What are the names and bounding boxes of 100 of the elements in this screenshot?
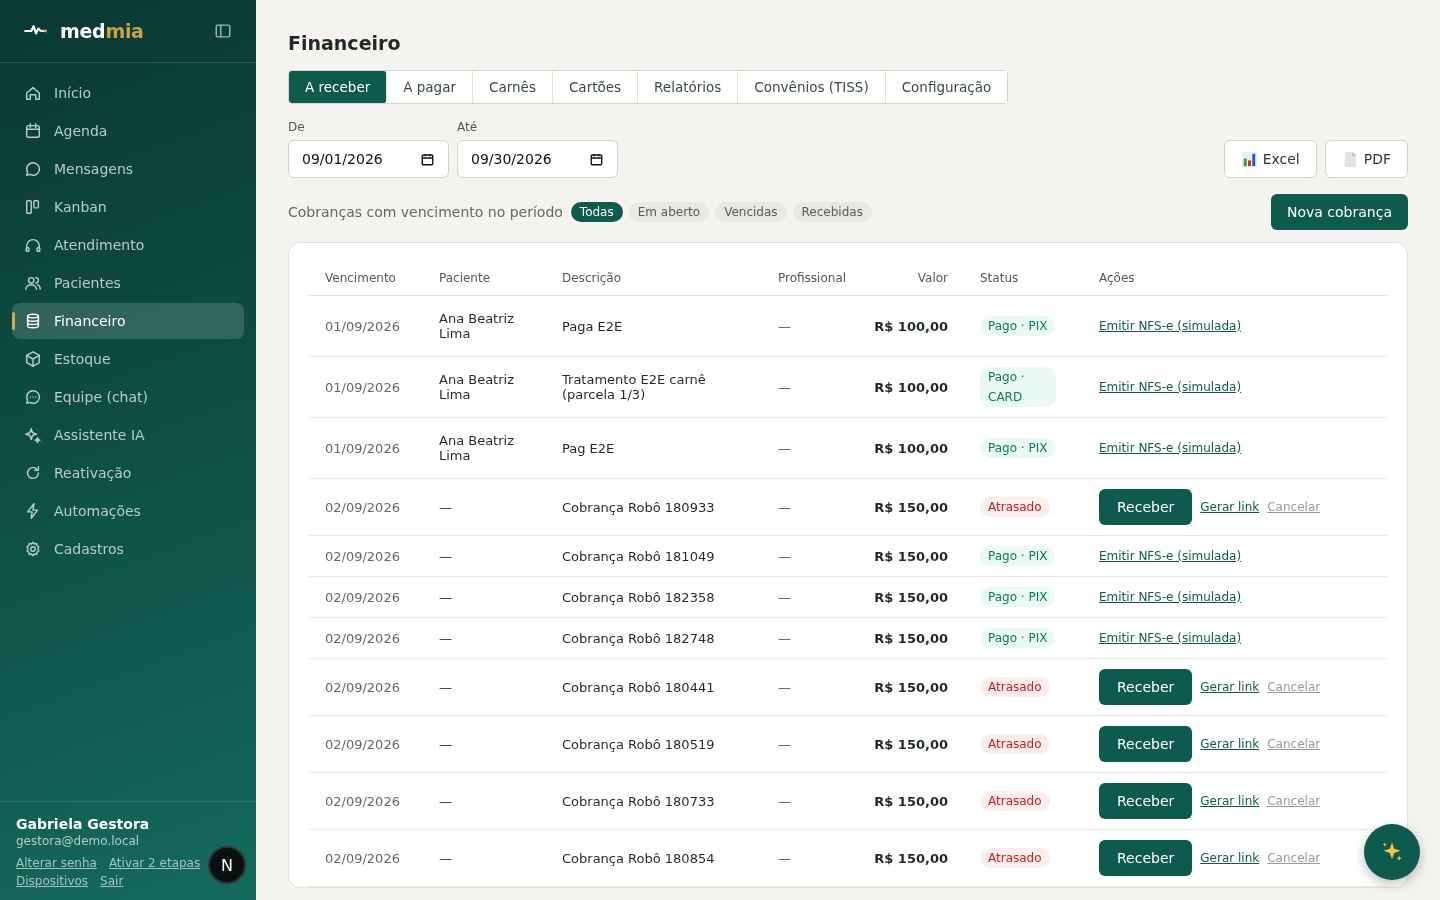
table-cell: — <box>762 478 870 536</box>
filter-chip[interactable]: Recebidas <box>792 202 872 222</box>
table-cell: Ana Beatriz Lima <box>423 417 546 479</box>
table-cell: Cobrança Robô 180733 <box>546 772 762 830</box>
payment-link[interactable]: Gerar link <box>1200 794 1260 808</box>
receive-button[interactable]: Receber <box>1099 840 1193 876</box>
table-cell: — <box>423 478 546 536</box>
account-link[interactable]: Ativar 2 etapas <box>108 856 201 870</box>
table-cell: — <box>423 576 546 618</box>
new-charge-button[interactable]: Nova cobrança <box>1271 194 1408 230</box>
sidebar-item[interactable]: Atendimento <box>12 227 244 263</box>
sidebar-item[interactable]: Automações <box>12 493 244 529</box>
table-cell: 02/09/2026 <box>309 535 423 577</box>
headset-icon <box>24 236 42 254</box>
table-cell: 01/09/2026 <box>309 295 423 357</box>
table-cell: 02/09/2026 <box>309 772 423 830</box>
account-link[interactable]: Sair <box>100 874 124 888</box>
sidebar-item[interactable]: Equipe (chat) <box>12 379 244 415</box>
account-link[interactable]: Dispositivos <box>16 874 89 888</box>
kanban-icon <box>24 198 42 216</box>
table-cell: 02/09/2026 <box>309 829 423 887</box>
export-button[interactable]: Excel <box>1223 140 1317 178</box>
date-field[interactable]: 09/30/2026 <box>457 140 618 178</box>
table-cell: — <box>423 829 546 887</box>
status-badge: Atrasado <box>980 677 1050 697</box>
sidebar-item[interactable]: Financeiro <box>12 303 244 339</box>
sidebar-item[interactable]: Kanban <box>12 189 244 225</box>
invoice-link[interactable]: Emitir NFS-e (simulada) <box>1099 380 1242 394</box>
sidebar-item[interactable]: Estoque <box>12 341 244 377</box>
invoice-link[interactable]: Emitir NFS-e (simulada) <box>1099 631 1242 645</box>
column-header: Ações <box>1083 263 1387 296</box>
table-cell: R$ 150,00 <box>870 715 964 773</box>
table-cell: R$ 100,00 <box>870 417 964 479</box>
table-cell: — <box>762 829 870 887</box>
payment-link[interactable]: Gerar link <box>1200 737 1260 751</box>
receive-button[interactable]: Receber <box>1099 669 1193 705</box>
invoice-link[interactable]: Emitir NFS-e (simulada) <box>1099 590 1242 604</box>
table-cell: R$ 100,00 <box>870 295 964 357</box>
column-header: Status <box>964 263 1083 296</box>
table-cell: Cobrança Robô 182358 <box>546 576 762 618</box>
invoice-link[interactable]: Emitir NFS-e (simulada) <box>1099 319 1242 333</box>
table-cell: Cobrança Robô 182748 <box>546 617 762 659</box>
calendar-icon <box>24 122 42 140</box>
table-cell: 02/09/2026 <box>309 478 423 536</box>
sidebar-item[interactable]: Reativação <box>12 455 244 491</box>
filter-caption: Cobranças com vencimento no período <box>288 204 563 220</box>
table-cell: R$ 150,00 <box>870 658 964 716</box>
table-cell: Cobrança Robô 181049 <box>546 535 762 577</box>
invoice-link[interactable]: Emitir NFS-e (simulada) <box>1099 549 1242 563</box>
table-cell: Pag E2E <box>546 417 762 479</box>
table-cell: R$ 150,00 <box>870 772 964 830</box>
filter-chip[interactable]: Vencidas <box>715 202 787 222</box>
payment-link[interactable]: Gerar link <box>1200 500 1260 514</box>
status-badge: Pago · PIX <box>980 628 1056 648</box>
field-label: Até <box>457 120 479 134</box>
table-cell: — <box>762 576 870 618</box>
table-cell: R$ 150,00 <box>870 478 964 536</box>
receive-button[interactable]: Receber <box>1099 783 1193 819</box>
table-cell: Tratamento E2E carnê (parcela 1/3) <box>546 356 762 418</box>
export-button[interactable]: PDF <box>1324 140 1408 178</box>
sidebar-item[interactable]: Assistente IA <box>12 417 244 453</box>
sidebar-item[interactable]: Cadastros <box>12 531 244 567</box>
receive-button[interactable]: Receber <box>1099 489 1193 525</box>
account-link[interactable]: Alterar senha <box>16 856 97 870</box>
payment-link[interactable]: Gerar link <box>1200 680 1260 694</box>
table-cell: R$ 150,00 <box>870 829 964 887</box>
sidebar-toggle-button[interactable] <box>214 22 232 40</box>
filter-chip[interactable]: Todas <box>570 202 623 222</box>
tab[interactable]: A receber <box>289 71 388 103</box>
calendar-icon <box>420 151 435 167</box>
table-cell: — <box>762 772 870 830</box>
database-icon <box>24 312 42 330</box>
invoice-link[interactable]: Emitir NFS-e (simulada) <box>1099 441 1242 455</box>
status-badge: Pago · PIX <box>980 546 1056 566</box>
table-cell: — <box>423 617 546 659</box>
payment-link[interactable]: Gerar link <box>1200 851 1260 865</box>
table-cell: Cobrança Robô 180441 <box>546 658 762 716</box>
sidebar-icon <box>214 22 232 40</box>
field-label: De <box>288 120 306 134</box>
filter-chip[interactable]: Em aberto <box>628 202 710 222</box>
home-icon <box>24 84 42 102</box>
sidebar-item[interactable]: Início <box>12 75 244 111</box>
table-cell: Ana Beatriz Lima <box>423 295 546 357</box>
date-field[interactable]: 09/01/2026 <box>288 140 449 178</box>
table-cell: 02/09/2026 <box>309 576 423 618</box>
settings-icon <box>24 540 42 558</box>
status-badge: Pago · CARD <box>980 367 1056 407</box>
sidebar-item[interactable]: Pacientes <box>12 265 244 301</box>
table-cell: — <box>423 658 546 716</box>
bar-chart-icon <box>1240 150 1258 168</box>
table-cell: — <box>423 535 546 577</box>
sidebar-item[interactable]: Agenda <box>12 113 244 149</box>
users-icon <box>24 274 42 292</box>
table-cell: Paga E2E <box>546 295 762 357</box>
table-cell: — <box>762 417 870 479</box>
sidebar-item[interactable]: Mensagens <box>12 151 244 187</box>
status-badge: Atrasado <box>980 734 1050 754</box>
status-badge: Pago · PIX <box>980 316 1056 336</box>
box-icon <box>24 350 42 368</box>
receive-button[interactable]: Receber <box>1099 726 1193 762</box>
